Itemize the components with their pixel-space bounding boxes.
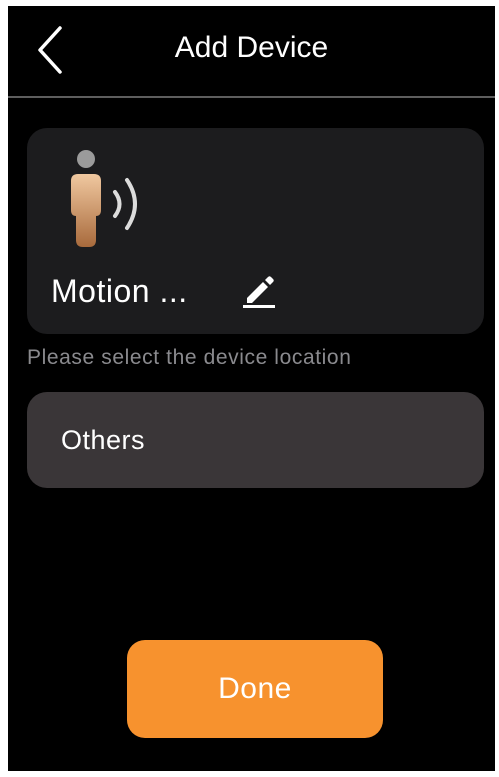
- motion-sensor-icon: [55, 148, 165, 253]
- location-value: Others: [61, 425, 146, 455]
- location-hint: Please select the device location: [27, 346, 352, 369]
- device-card: Motion ...: [27, 128, 484, 334]
- header-bar: Add Device: [8, 6, 495, 98]
- location-select[interactable]: Others: [27, 392, 484, 488]
- done-button[interactable]: Done: [127, 640, 383, 738]
- edit-name-button[interactable]: [239, 270, 279, 310]
- add-device-screen: Add Device Motion ... Please select the …: [8, 6, 495, 771]
- pencil-icon: [243, 276, 275, 308]
- device-name: Motion ...: [51, 273, 188, 309]
- done-label: Done: [218, 672, 292, 705]
- page-title: Add Device: [174, 31, 329, 64]
